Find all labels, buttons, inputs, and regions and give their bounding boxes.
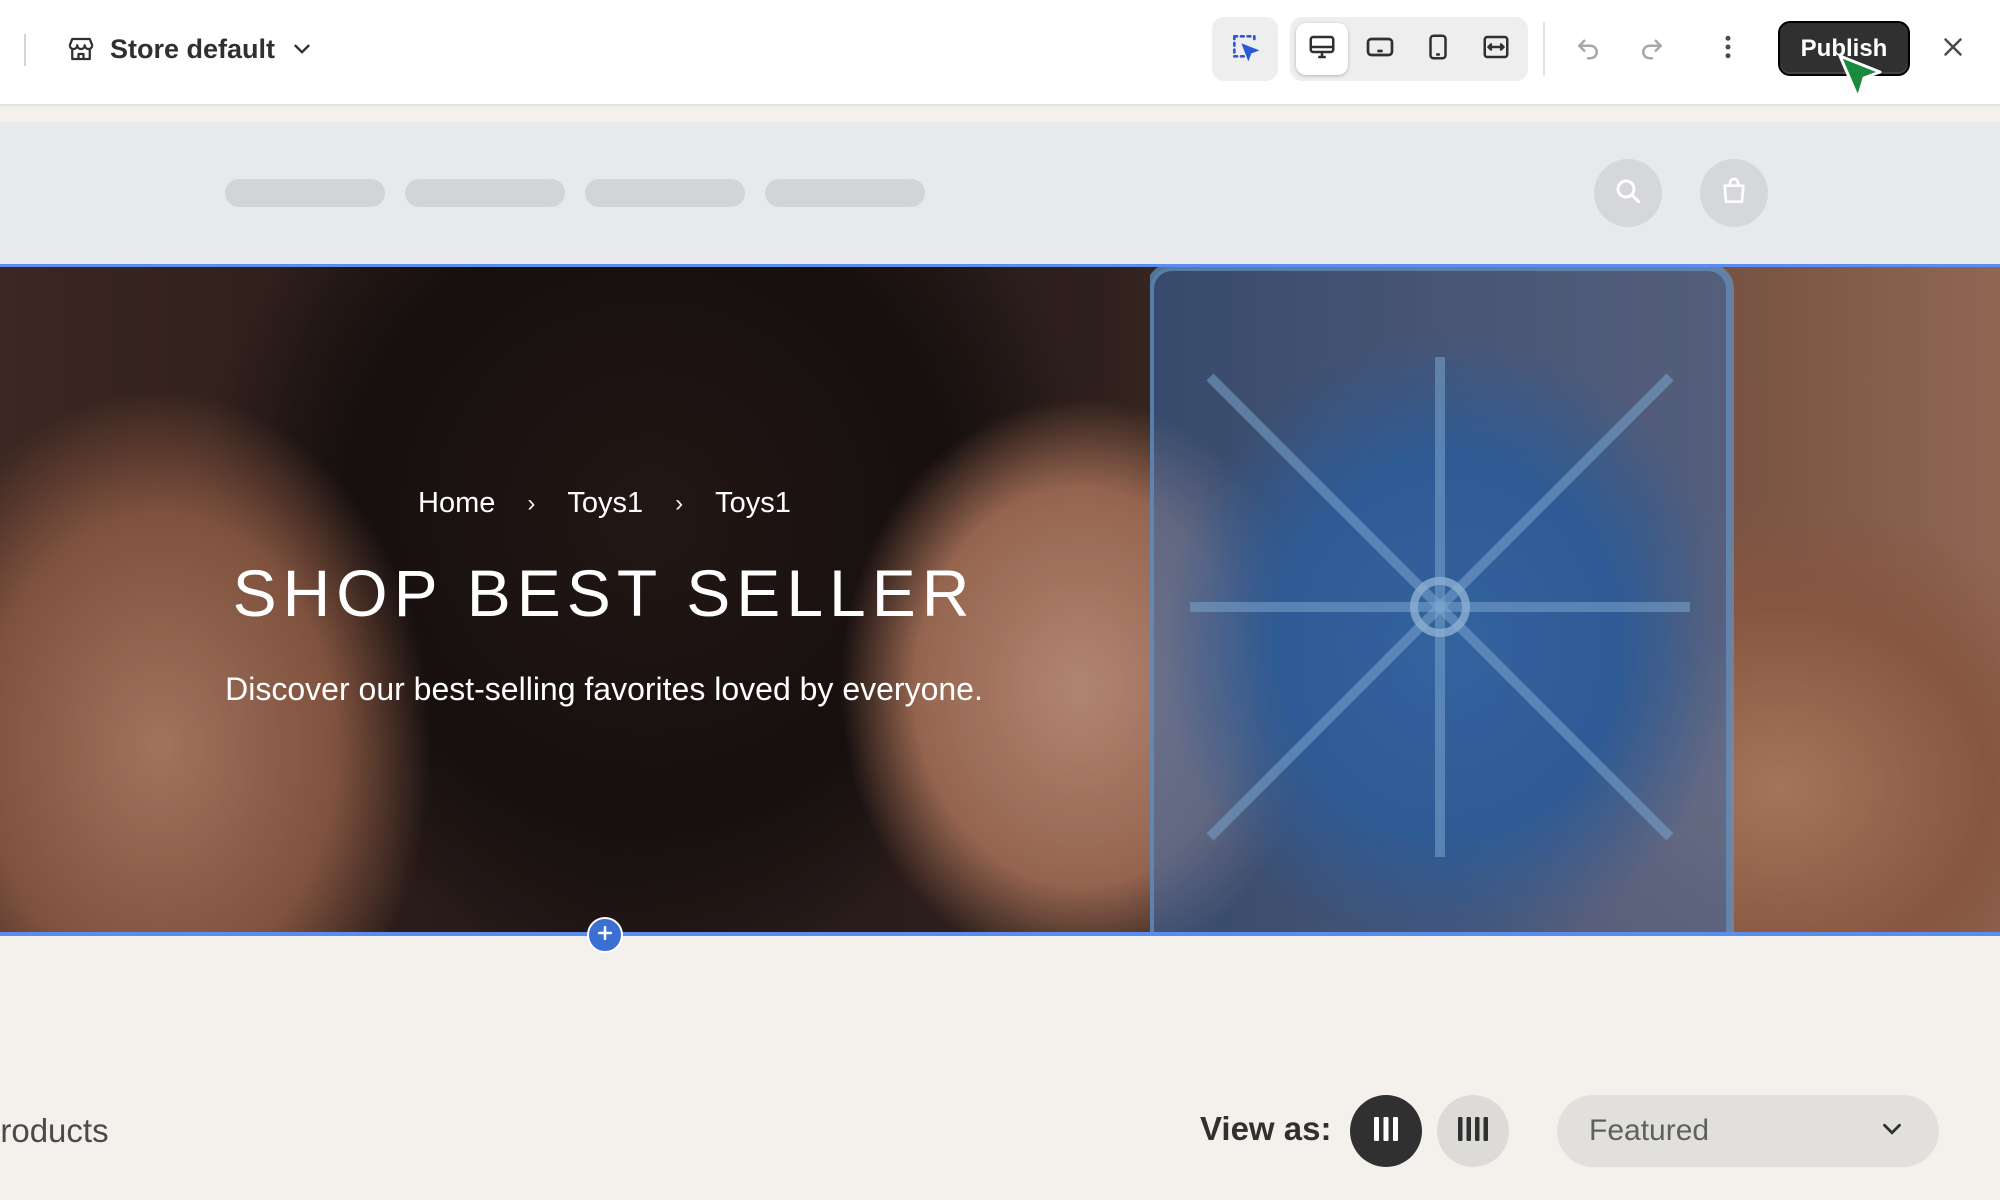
header-search-button[interactable] <box>1594 159 1662 227</box>
hero-title: SHOP BEST SELLER <box>232 556 976 630</box>
breadcrumb: Home › Toys1 › Toys1 <box>418 487 791 520</box>
nav-placeholder <box>405 179 565 207</box>
chevron-down-icon <box>1877 1114 1907 1149</box>
select-element-icon <box>1229 31 1261 68</box>
view-4-columns-button[interactable] <box>1437 1095 1509 1167</box>
undo-button[interactable] <box>1563 24 1613 74</box>
breadcrumb-separator: › <box>527 489 536 517</box>
three-columns-icon <box>1370 1114 1402 1149</box>
four-columns-icon <box>1455 1114 1491 1149</box>
hero-subtitle: Discover our best-selling favorites love… <box>225 671 983 707</box>
nav-placeholder <box>765 179 925 207</box>
view-as-label: View as: <box>1200 1110 1332 1147</box>
search-icon <box>1612 175 1644 212</box>
breadcrumb-item-home[interactable]: Home <box>418 487 495 520</box>
mobile-view-button[interactable] <box>1412 23 1464 75</box>
close-editor-button[interactable] <box>1928 24 1978 74</box>
desktop-view-button[interactable] <box>1296 23 1348 75</box>
close-icon <box>1938 32 1968 67</box>
view-3-columns-button[interactable] <box>1350 1095 1422 1167</box>
breadcrumb-item-current: Toys1 <box>715 487 791 519</box>
redo-button[interactable] <box>1627 24 1677 74</box>
editor-toolbar: Store default Publish <box>0 0 2000 106</box>
device-preview-group <box>1290 17 1528 81</box>
header-cart-button[interactable] <box>1700 159 1768 227</box>
tablet-icon <box>1364 31 1396 68</box>
toolbar-divider <box>24 34 26 66</box>
add-section-button[interactable] <box>587 917 623 953</box>
expand-width-icon <box>1481 32 1511 67</box>
desktop-icon <box>1307 32 1337 67</box>
redo-icon <box>1637 32 1667 67</box>
hero-banner[interactable]: Home › Toys1 › Toys1 SHOP BEST SELLER Di… <box>0 264 2000 936</box>
select-element-button[interactable] <box>1219 23 1271 75</box>
store-header <box>0 122 2000 264</box>
store-icon <box>66 34 96 64</box>
toolbar-separator <box>1543 22 1545 76</box>
full-width-view-button[interactable] <box>1470 23 1522 75</box>
nav-placeholder <box>585 179 745 207</box>
mouse-cursor-icon <box>1838 54 1882 100</box>
store-selector[interactable]: Store default <box>66 26 315 72</box>
mobile-icon <box>1423 32 1453 67</box>
breadcrumb-item[interactable]: Toys1 <box>567 487 643 520</box>
chevron-down-icon <box>289 36 315 62</box>
plus-icon <box>595 923 615 948</box>
more-vertical-icon <box>1713 32 1743 67</box>
select-tool-group <box>1212 17 1278 81</box>
tablet-view-button[interactable] <box>1354 23 1406 75</box>
sort-by-select[interactable]: Featured <box>1557 1095 1939 1167</box>
nav-placeholder <box>225 179 385 207</box>
sort-by-value: Featured <box>1589 1114 1710 1147</box>
more-options-button[interactable] <box>1703 24 1753 74</box>
product-count-label: products <box>0 1112 109 1149</box>
shopping-bag-icon <box>1718 175 1750 212</box>
undo-icon <box>1573 32 1603 67</box>
store-selector-label: Store default <box>110 33 276 64</box>
breadcrumb-separator: › <box>675 489 684 517</box>
